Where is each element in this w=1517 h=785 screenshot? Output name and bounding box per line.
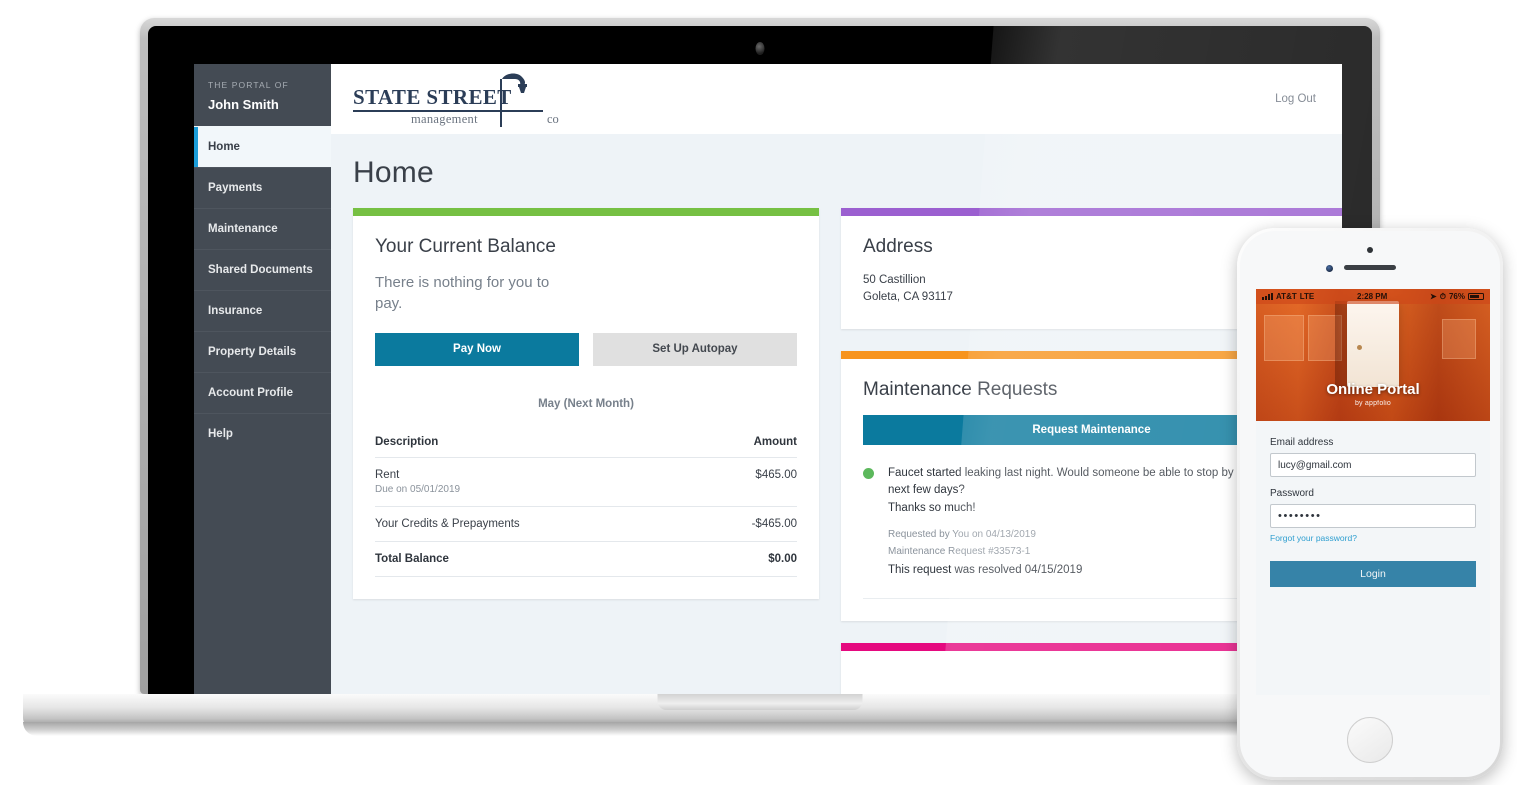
proximity-sensor-icon <box>1367 247 1373 253</box>
table-header-row: Description Amount <box>375 435 797 458</box>
logo-subtitle: management <box>411 112 478 126</box>
sidebar: THE PORTAL OF John Smith Home Payments M… <box>194 64 331 694</box>
ledger-amount: $465.00 <box>696 457 797 507</box>
email-field-label: Email address <box>1270 437 1334 448</box>
logo-suffix: co <box>547 112 559 126</box>
portal-user-name: John Smith <box>208 97 279 112</box>
balance-actions: Pay Now Set Up Autopay <box>375 332 797 366</box>
login-hero-image: AT&T LTE 2:28 PM ➤ ⏱ 76% Online Portal b… <box>1256 289 1490 421</box>
trackpad-notch <box>657 694 863 710</box>
password-masked-value: •••••••• <box>1278 510 1322 522</box>
column-header-amount: Amount <box>696 435 797 458</box>
set-up-autopay-button[interactable]: Set Up Autopay <box>593 332 797 366</box>
street-lamp-icon <box>496 71 536 106</box>
ledger-table: Description Amount Rent Due on 05/01/201… <box>375 435 797 577</box>
brand-subtitle: by appfolio <box>1354 400 1392 407</box>
ledger-amount: -$465.00 <box>696 506 797 542</box>
webcam-icon <box>755 42 765 55</box>
ledger-description: Rent Due on 05/01/2019 <box>375 457 697 507</box>
status-bar-left: AT&T LTE <box>1262 292 1314 301</box>
online-portal-branding: Online Portal by appfolio <box>1256 381 1490 407</box>
forgot-password-link[interactable]: Forgot your password? <box>1270 533 1476 543</box>
top-bar: STATE STREET management co Log Out <box>331 64 1342 134</box>
column-header-description: Description <box>375 435 697 458</box>
sidebar-item-shared-documents[interactable]: Shared Documents <box>194 249 331 290</box>
status-bar-right: ➤ ⏱ 76% <box>1430 292 1484 302</box>
pay-now-button[interactable]: Pay Now <box>375 332 579 366</box>
ledger-item-due-date: Due on 05/01/2019 <box>375 483 461 495</box>
left-column: Your Current Balance There is nothing fo… <box>353 208 819 694</box>
logout-link[interactable]: Log Out <box>1275 93 1316 105</box>
balance-card-title: Your Current Balance <box>375 236 556 257</box>
balance-card-accent-bar <box>353 208 819 216</box>
sidebar-item-maintenance[interactable]: Maintenance <box>194 208 331 249</box>
ledger-total-amount: $0.00 <box>696 541 797 577</box>
sidebar-item-account-profile[interactable]: Account Profile <box>194 372 331 413</box>
portal-kicker: THE PORTAL OF <box>208 80 289 90</box>
balance-message: There is nothing for you to pay. <box>375 274 550 313</box>
open-door-icon <box>1347 301 1399 387</box>
logo-company-name: STATE STREET <box>353 85 512 109</box>
balance-card-body: Your Current Balance There is nothing fo… <box>353 216 819 599</box>
ledger-month-label: May (Next Month) <box>538 397 634 410</box>
home-button[interactable] <box>1347 717 1393 763</box>
status-badge <box>863 467 874 479</box>
password-field[interactable]: •••••••• <box>1270 504 1476 528</box>
portal-header: THE PORTAL OF John Smith <box>194 64 331 126</box>
laptop-device: THE PORTAL OF John Smith Home Payments M… <box>23 18 1497 736</box>
ledger-description: Your Credits & Prepayments <box>375 506 697 542</box>
carrier-label: AT&T <box>1276 292 1297 301</box>
main-content: STATE STREET management co Log Out Home … <box>331 64 1342 694</box>
phone-status-bar: AT&T LTE 2:28 PM ➤ ⏱ 76% <box>1256 289 1490 304</box>
network-label: LTE <box>1299 292 1315 301</box>
front-camera-icon <box>1326 265 1333 272</box>
table-row: Your Credits & Prepayments -$465.00 <box>375 506 797 542</box>
window-shape <box>1442 319 1476 359</box>
ledger-item-label: Rent <box>375 468 400 481</box>
battery-percent-label: 76% <box>1448 292 1465 301</box>
status-bar-time: 2:28 PM <box>1357 292 1388 301</box>
balance-card: Your Current Balance There is nothing fo… <box>353 208 819 599</box>
address-card-accent-bar <box>841 208 1342 216</box>
signal-bars-icon <box>1262 293 1273 300</box>
location-arrow-icon: ➤ <box>1430 292 1437 301</box>
sidebar-item-home[interactable]: Home <box>194 126 331 167</box>
ledger-total-label: Total Balance <box>375 541 697 577</box>
phone-body: AT&T LTE 2:28 PM ➤ ⏱ 76% Online Portal b… <box>1240 231 1500 777</box>
sidebar-item-insurance[interactable]: Insurance <box>194 290 331 331</box>
phone-screen: AT&T LTE 2:28 PM ➤ ⏱ 76% Online Portal b… <box>1256 289 1490 695</box>
dashboard-columns: Your Current Balance There is nothing fo… <box>331 208 1342 694</box>
brand-title: Online Portal <box>1326 381 1420 398</box>
table-row: Rent Due on 05/01/2019 $465.00 <box>375 457 797 507</box>
page-title: Home <box>353 156 434 189</box>
battery-icon <box>1467 293 1484 300</box>
phone-device: AT&T LTE 2:28 PM ➤ ⏱ 76% Online Portal b… <box>1237 228 1503 780</box>
sidebar-item-payments[interactable]: Payments <box>194 167 331 208</box>
table-row: Total Balance $0.00 <box>375 541 797 577</box>
sidebar-item-property-details[interactable]: Property Details <box>194 331 331 372</box>
alarm-clock-icon: ⏱ <box>1439 291 1446 301</box>
laptop-screen: THE PORTAL OF John Smith Home Payments M… <box>148 26 1372 694</box>
email-field[interactable]: lucy@gmail.com <box>1270 453 1476 477</box>
earpiece-speaker-icon <box>1344 265 1396 270</box>
company-logo: STATE STREET management co <box>353 71 559 127</box>
sidebar-item-help[interactable]: Help <box>194 413 331 454</box>
password-field-label: Password <box>1270 488 1314 499</box>
window-shape <box>1264 315 1304 361</box>
login-button[interactable]: Login <box>1270 561 1476 587</box>
browser-viewport: THE PORTAL OF John Smith Home Payments M… <box>194 64 1342 694</box>
login-form: Email address lucy@gmail.com Password ••… <box>1256 421 1490 587</box>
